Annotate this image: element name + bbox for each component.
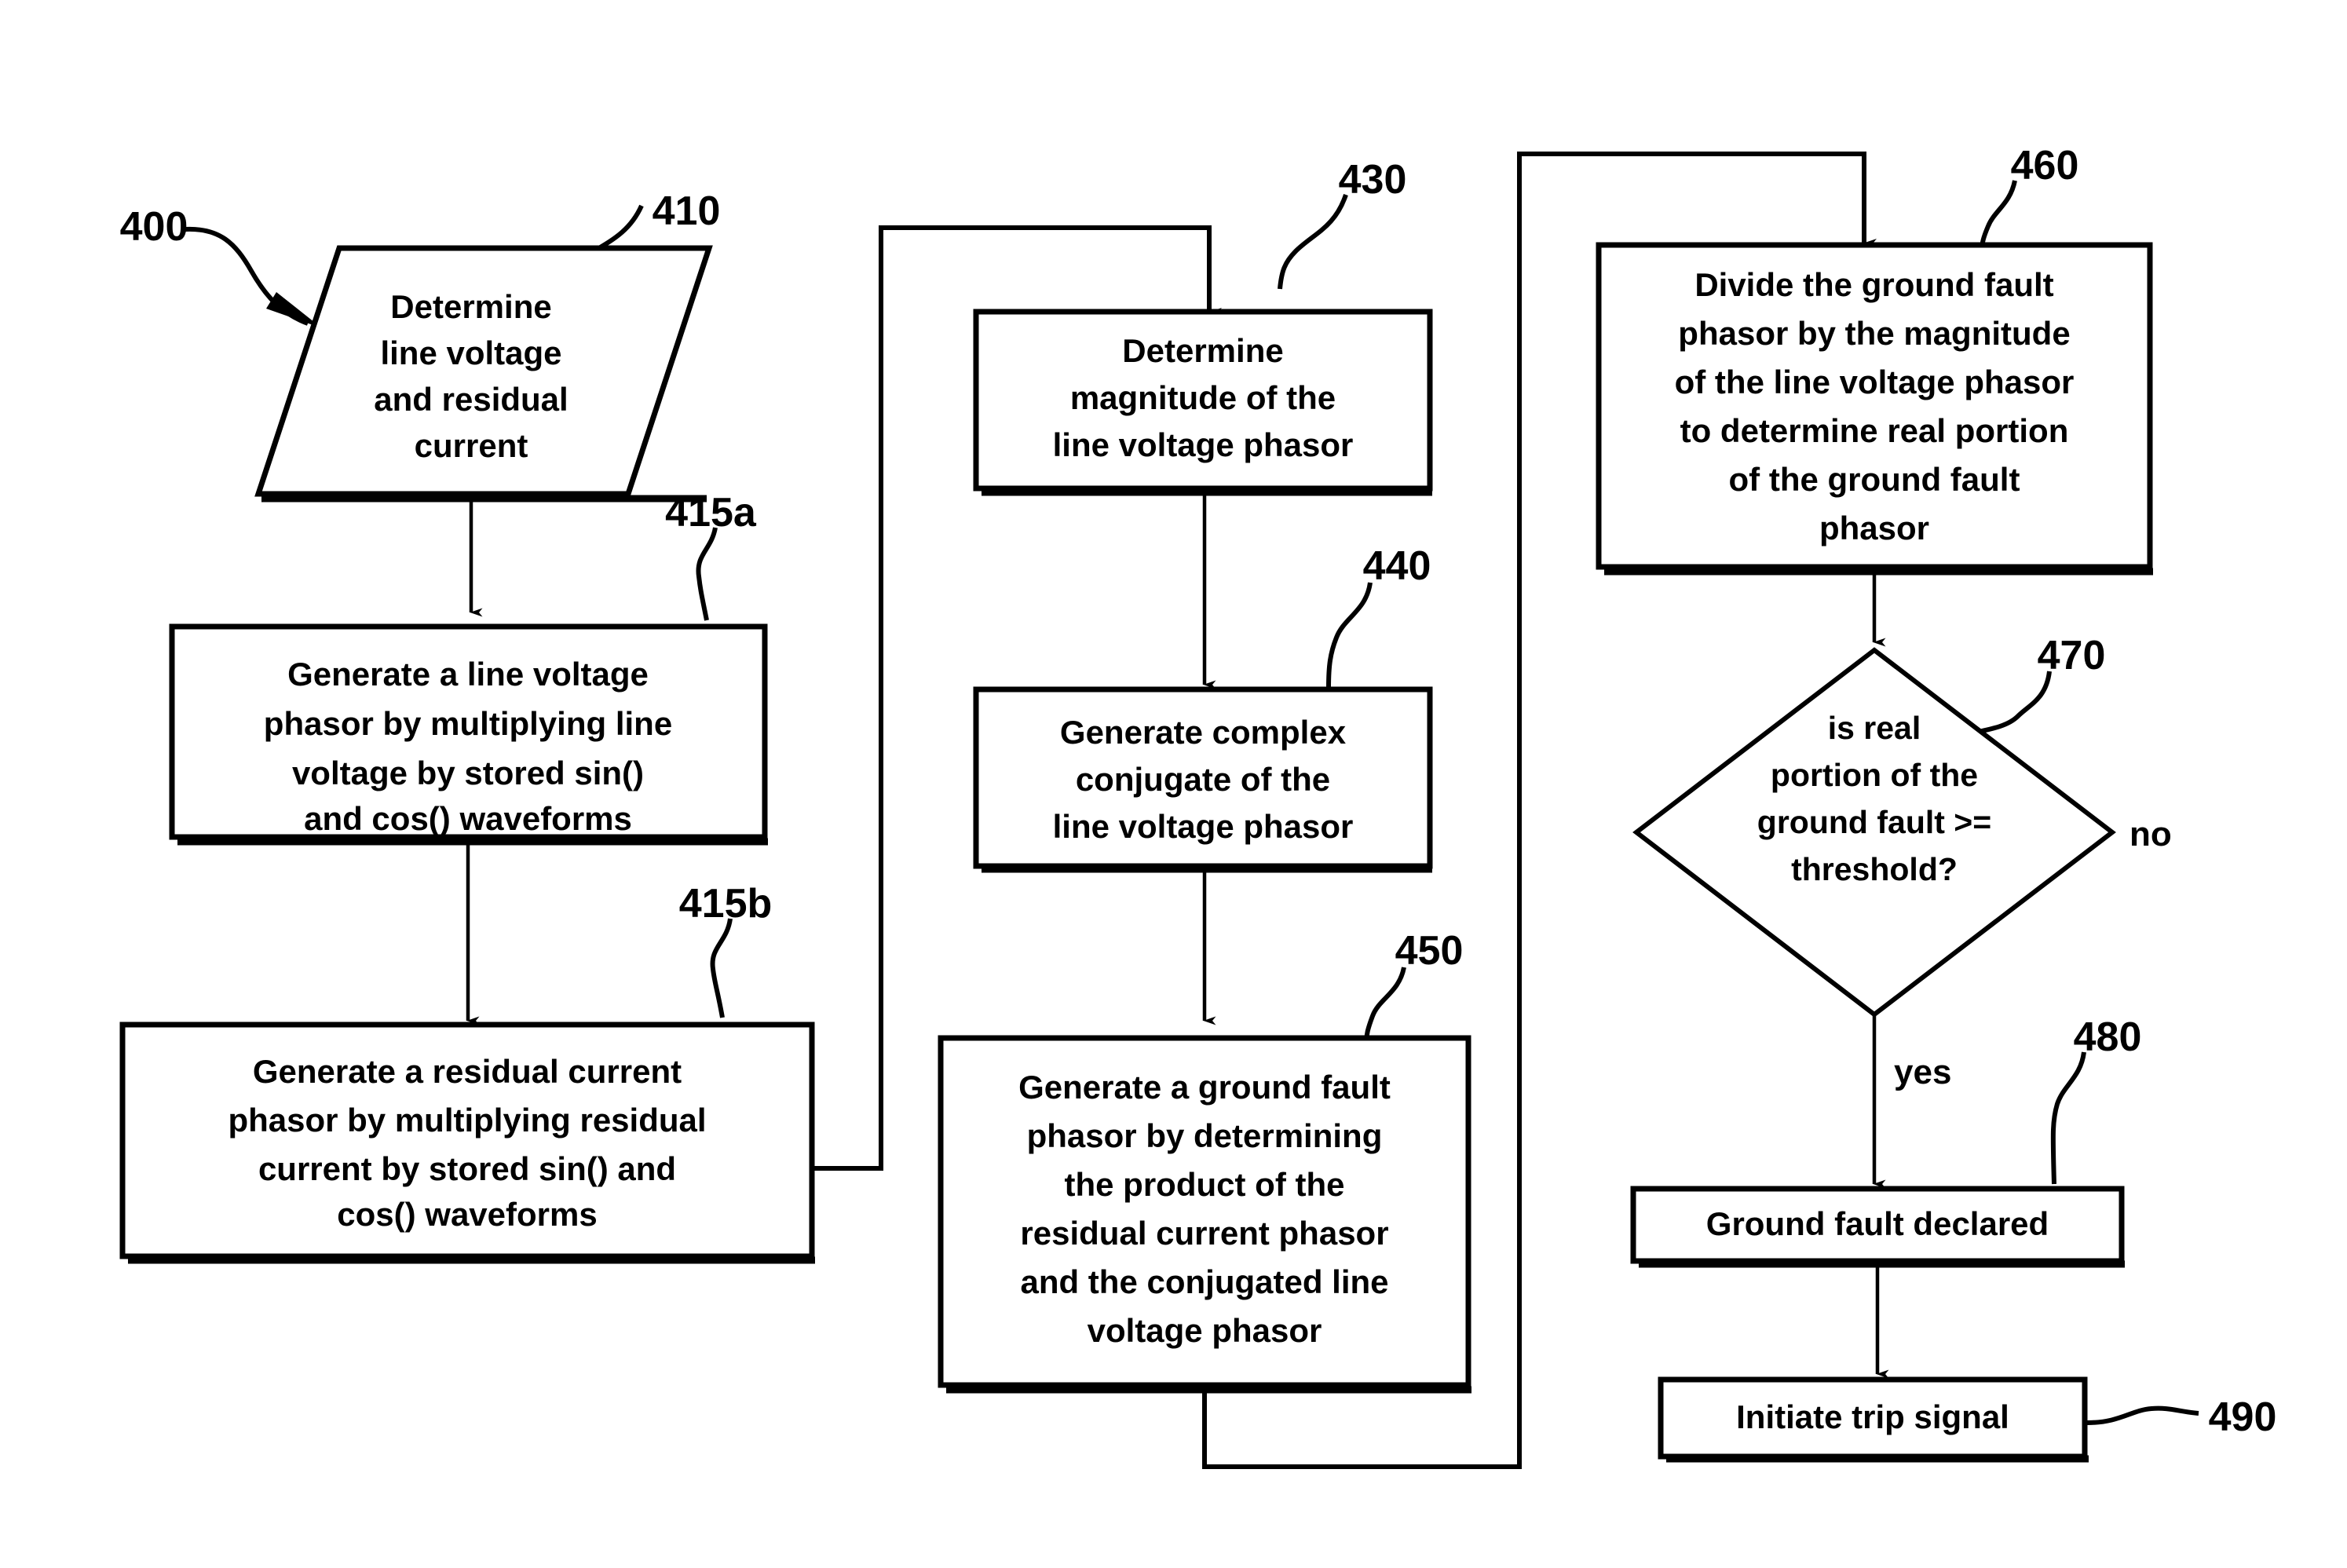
leader-430 [1278,194,1348,290]
node-470-line-4: threshold? [1791,851,1958,887]
flowchart-figure: 400 410 Determine line voltage and resid… [0,0,2347,1568]
node-415b-line-1: Generate a residual current [253,1053,682,1090]
node-415b-line-2: phasor by multiplying residual [228,1102,706,1139]
node-450-line-1: Generate a ground fault [1018,1069,1391,1106]
leader-490 [2086,1405,2199,1425]
node-440-generate-complex-conjugate: Generate complex conjugate of the line v… [973,686,1433,873]
node-470-line-1: is real [1828,710,1921,746]
leader-440 [1326,582,1373,689]
leader-415a [696,527,718,621]
node-440-line-1: Generate complex [1060,714,1347,751]
ref-numeral-415b: 415b [679,881,773,927]
flowchart-canvas: 400 410 Determine line voltage and resid… [119,143,2277,1469]
node-440-line-3: line voltage phasor [1053,808,1354,845]
ref-numeral-450: 450 [1395,928,1464,974]
node-415b-line-3: current by stored sin() and [258,1150,676,1187]
ref-numeral-490: 490 [2209,1394,2277,1440]
node-490-line-1: Initiate trip signal [1736,1398,2009,1435]
node-450-line-5: and the conjugated line [1020,1263,1388,1300]
node-460-line-1: Divide the ground fault [1694,266,2053,303]
node-415b-generate-residual-current-phasor: Generate a residual current phasor by mu… [119,1022,815,1264]
node-460-line-3: of the line voltage phasor [1675,364,2075,400]
node-470-line-3: ground fault >= [1757,804,1991,840]
node-410-determine-line-voltage: Determine line voltage and residual curr… [254,245,713,503]
node-415a-line-2: phasor by multiplying line [264,705,672,742]
branch-label-yes: yes [1894,1053,1951,1091]
leader-480 [2050,1051,2086,1185]
branch-label-no: no [2129,815,2172,853]
node-460-line-4: to determine real portion [1680,412,2069,449]
node-450-line-3: the product of the [1065,1166,1345,1203]
node-460-divide-ground-fault-phasor: Divide the ground fault phasor by the ma… [1596,242,2153,576]
leader-450 [1364,967,1406,1044]
node-410-line-1: Determine [390,288,551,325]
ref-numeral-430: 430 [1339,157,1407,203]
ref-numeral-470: 470 [2038,633,2106,678]
node-450-line-2: phasor by determining [1027,1117,1383,1154]
node-460-line-6: phasor [1819,510,1929,546]
leader-400 [185,226,322,328]
node-450-line-6: voltage phasor [1088,1312,1322,1349]
node-410-line-2: line voltage [380,334,561,371]
node-410-line-3: and residual [374,381,568,418]
node-470-line-2: portion of the [1771,757,1978,793]
node-480-line-1: Ground fault declared [1706,1205,2049,1242]
node-440-line-2: conjugate of the [1076,761,1330,798]
ref-numeral-415a: 415a [665,490,757,535]
node-460-line-5: of the ground fault [1729,461,2020,498]
node-430-line-1: Determine [1122,332,1283,369]
leader-460 [1980,180,2017,250]
node-460-line-2: phasor by the magnitude [1678,315,2070,352]
leader-415b [710,918,733,1018]
node-415b-line-4: cos() waveforms [337,1196,597,1233]
node-430-line-2: magnitude of the [1070,379,1336,416]
node-490-initiate-trip-signal: Initiate trip signal [1658,1376,2089,1463]
node-430-line-3: line voltage phasor [1053,426,1354,463]
ref-numeral-440: 440 [1363,543,1431,589]
node-410-line-4: current [415,427,528,464]
node-430-determine-magnitude: Determine magnitude of the line voltage … [973,309,1433,496]
node-415a-line-4: and cos() waveforms [304,800,632,837]
node-415a-generate-line-voltage-phasor: Generate a line voltage phasor by multip… [169,623,768,846]
ref-numeral-480: 480 [2074,1014,2142,1060]
node-415a-line-1: Generate a line voltage [287,656,649,693]
ref-numeral-460: 460 [2011,143,2079,188]
node-415a-line-3: voltage by stored sin() [292,755,644,791]
node-450-line-4: residual current phasor [1020,1215,1388,1252]
node-470-decision-real-portion-threshold: is real portion of the ground fault >= t… [1632,647,2116,1018]
ref-numeral-410: 410 [653,188,721,234]
node-450-generate-ground-fault-phasor: Generate a ground fault phasor by determ… [938,1035,1471,1394]
node-480-ground-fault-declared: Ground fault declared [1630,1186,2125,1268]
ref-numeral-400: 400 [120,204,188,250]
